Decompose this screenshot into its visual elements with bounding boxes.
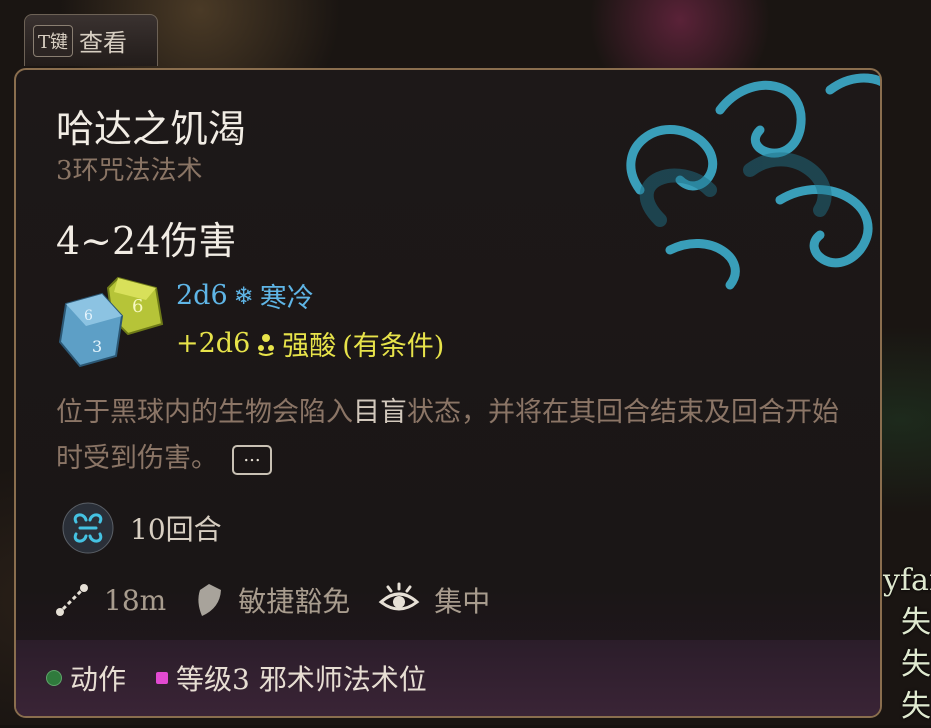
svg-text:3: 3 — [92, 337, 102, 356]
duration-icon — [62, 502, 114, 554]
svg-text:6: 6 — [132, 296, 143, 317]
spell-level-school: 3环咒法法术 — [56, 156, 203, 186]
damage-type: 强酸 — [282, 331, 337, 362]
more-info-button[interactable]: ... — [232, 444, 272, 475]
concentration-stat: 集中 — [378, 580, 490, 620]
background-text: yfar 失 失 失 — [883, 560, 931, 728]
save-label: 敏捷豁免 — [238, 585, 351, 618]
examine-tab[interactable]: T键 查看 — [24, 14, 158, 66]
background-text-line: 失 — [901, 647, 931, 682]
hotkey-badge: T键 — [33, 24, 74, 57]
shield-icon — [198, 584, 222, 616]
action-resource-icon — [46, 670, 62, 686]
action-label: 动作 — [70, 663, 127, 696]
spell-stats-row: 18m 敏捷豁免 集中 — [54, 580, 518, 620]
spell-tooltip: 哈达之饥渴 3环咒法法术 4~24伤害 6 6 3 2d6 ❄ 寒冷 +2d6 … — [14, 68, 882, 718]
concentration-label: 集中 — [434, 585, 491, 618]
damage-type: 寒冷 — [259, 283, 314, 314]
save-stat: 敏捷豁免 — [194, 580, 350, 620]
description-text: 位于黑球内的生物会陷入 — [56, 397, 353, 428]
damage-line-acid: +2d6 强酸 (有条件) — [176, 324, 444, 363]
duration-label: 10回合 — [130, 513, 222, 546]
background-text-line: 失 — [901, 689, 931, 724]
damage-condition: (有条件) — [342, 331, 445, 362]
range-stat: 18m — [54, 582, 166, 618]
range-icon — [56, 584, 88, 616]
spell-slot-icon — [156, 672, 169, 684]
spell-swirl-art — [626, 73, 880, 290]
condition-keyword-blinded[interactable]: 目盲 — [353, 397, 407, 428]
spell-name: 哈达之饥渴 — [56, 107, 247, 151]
damage-range: 4~24伤害 — [56, 219, 237, 263]
svg-text:6: 6 — [84, 308, 93, 324]
concentration-eye-icon — [378, 582, 420, 611]
damage-dice: +2d6 — [176, 328, 251, 359]
damage-line-cold: 2d6 ❄ 寒冷 — [176, 276, 314, 315]
range-label: 18m — [104, 583, 167, 617]
dice-icon: 6 6 3 — [58, 276, 164, 368]
spell-slot-label: 等级3 邪术师法术位 — [176, 663, 427, 696]
snowflake-icon: ❄ — [233, 281, 254, 310]
resource-footer: 动作 等级3 邪术师法术位 — [16, 640, 880, 716]
background-text-line: 失 — [901, 605, 931, 640]
duration-row: 10回合 — [62, 502, 222, 554]
spell-description: 位于黑球内的生物会陷入目盲状态，并将在其回合结束及回合开始时受到伤害。... — [56, 390, 846, 482]
acid-icon — [258, 333, 275, 356]
damage-dice: 2d6 — [176, 280, 228, 311]
examine-label: 查看 — [79, 29, 128, 57]
background-text-line: yfar — [883, 563, 931, 598]
